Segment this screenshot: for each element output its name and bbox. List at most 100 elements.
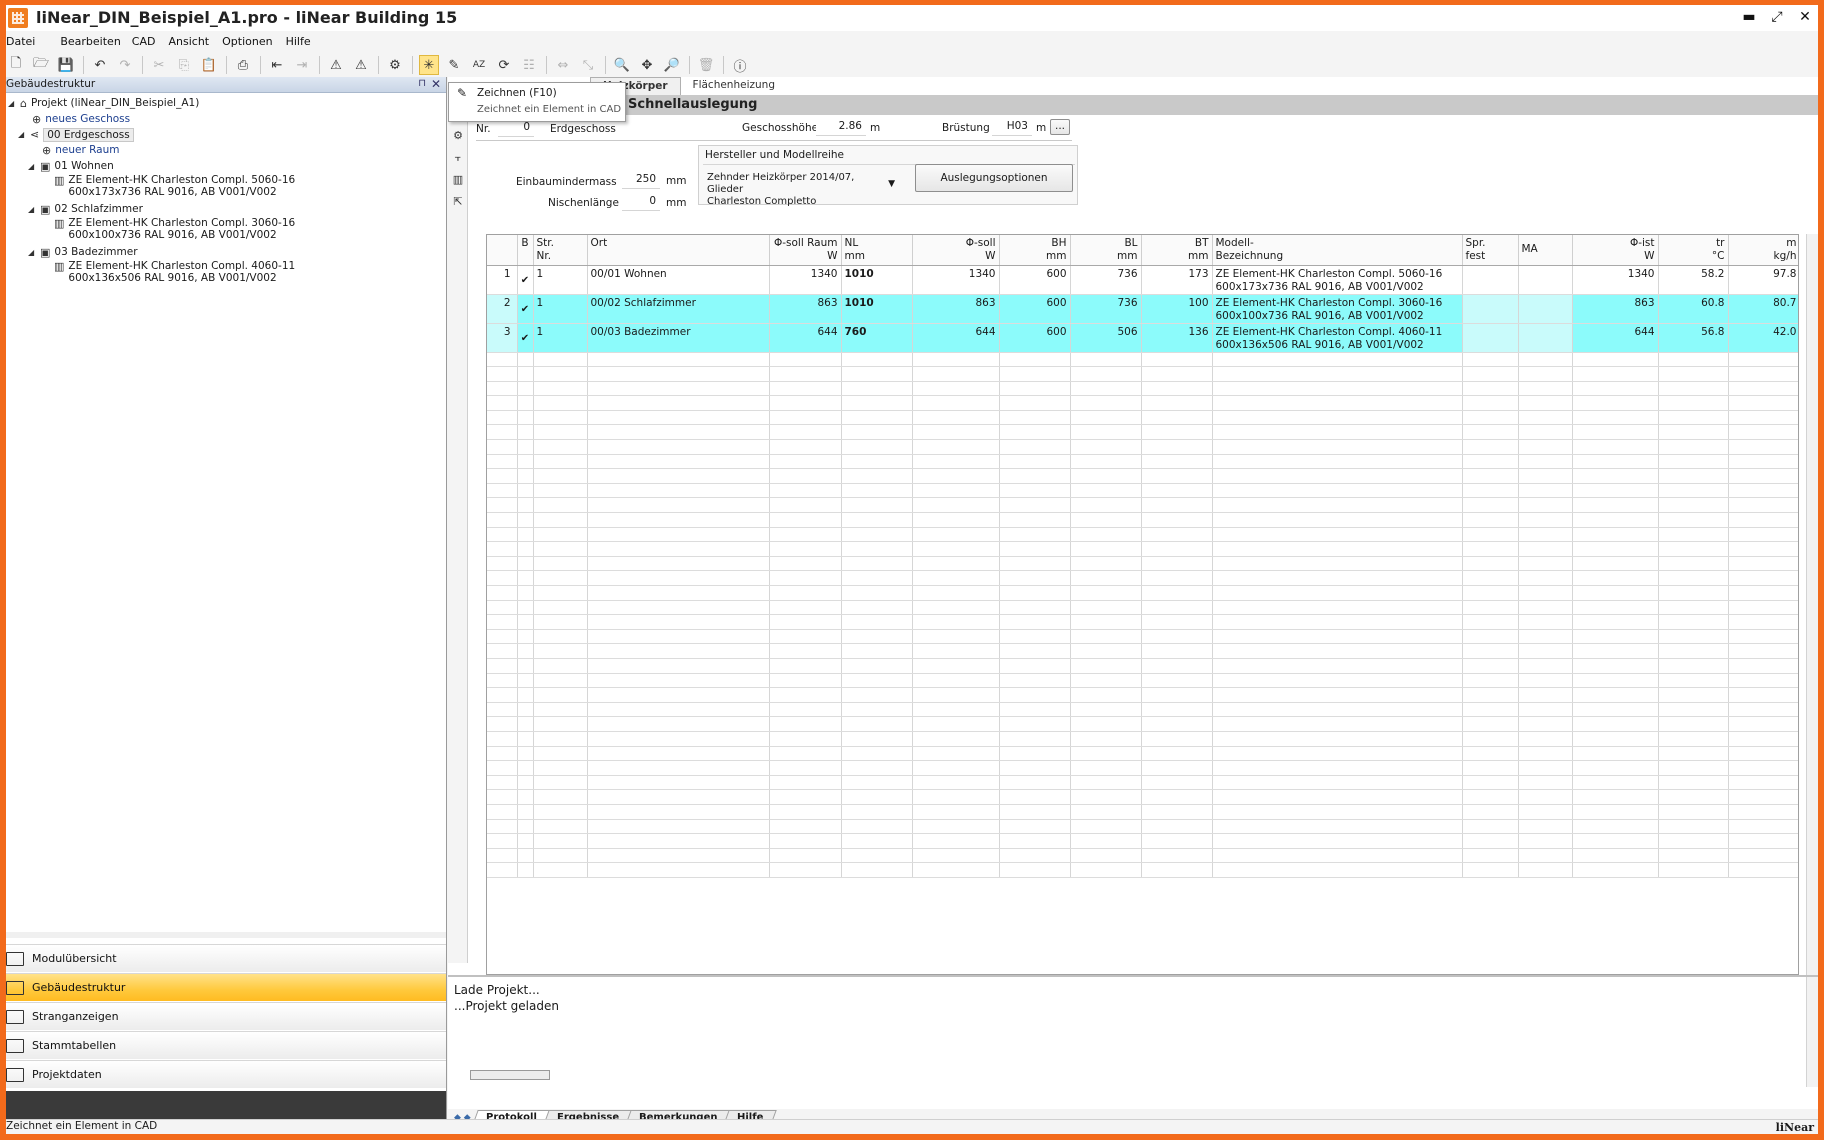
zoom-in-icon[interactable]: 🔎 — [662, 55, 682, 75]
fit-icon[interactable]: ⇔ — [553, 55, 573, 75]
empty-cell[interactable] — [587, 643, 770, 659]
close-panel-icon[interactable]: ✕ — [431, 77, 441, 91]
empty-cell[interactable] — [1658, 352, 1729, 368]
empty-cell[interactable] — [769, 731, 842, 747]
empty-cell[interactable] — [1658, 439, 1729, 455]
empty-cell[interactable] — [1462, 570, 1519, 586]
empty-cell[interactable] — [533, 819, 588, 835]
empty-cell[interactable] — [1212, 760, 1463, 776]
empty-cell[interactable] — [533, 512, 588, 528]
empty-cell[interactable] — [841, 410, 913, 426]
empty-cell[interactable] — [1572, 614, 1659, 630]
empty-cell[interactable] — [587, 819, 770, 835]
empty-cell[interactable] — [587, 527, 770, 543]
empty-cell[interactable] — [841, 673, 913, 689]
empty-cell[interactable] — [1518, 570, 1573, 586]
empty-cell[interactable] — [1462, 381, 1519, 397]
cell-ort[interactable]: 00/03 Badezimmer — [587, 323, 770, 353]
empty-cell[interactable] — [1462, 439, 1519, 455]
empty-cell[interactable] — [517, 629, 534, 645]
empty-cell[interactable] — [1658, 629, 1729, 645]
print-icon[interactable]: ⎙ — [233, 55, 253, 75]
empty-cell[interactable] — [533, 702, 588, 718]
cell-m[interactable]: 80.7 — [1728, 294, 1798, 324]
empty-cell[interactable] — [487, 629, 518, 645]
cell-nl[interactable]: 1010 — [841, 265, 913, 295]
cell-ma[interactable] — [1518, 294, 1573, 324]
empty-cell[interactable] — [1658, 381, 1729, 397]
empty-cell[interactable] — [487, 702, 518, 718]
empty-cell[interactable] — [1141, 527, 1213, 543]
empty-cell[interactable] — [1658, 512, 1729, 528]
empty-cell[interactable] — [533, 716, 588, 732]
empty-cell[interactable] — [999, 848, 1071, 864]
empty-cell[interactable] — [487, 483, 518, 499]
empty-cell[interactable] — [1212, 541, 1463, 557]
empty-cell[interactable] — [533, 643, 588, 659]
empty-cell[interactable] — [533, 439, 588, 455]
empty-cell[interactable] — [1658, 862, 1729, 878]
empty-cell[interactable] — [1518, 789, 1573, 805]
empty-cell[interactable] — [1658, 600, 1729, 616]
empty-cell[interactable] — [1518, 381, 1573, 397]
empty-cell[interactable] — [1212, 673, 1463, 689]
empty-cell[interactable] — [1572, 424, 1659, 441]
empty-cell[interactable] — [487, 614, 518, 630]
empty-cell[interactable] — [1212, 658, 1463, 674]
empty-cell[interactable] — [912, 629, 1000, 645]
cell-spr[interactable] — [1462, 323, 1519, 353]
empty-cell[interactable] — [1572, 600, 1659, 616]
empty-cell[interactable] — [1212, 833, 1463, 849]
parapet-more-button[interactable]: ... — [1050, 119, 1070, 135]
empty-cell[interactable] — [517, 454, 534, 470]
empty-cell[interactable] — [841, 527, 913, 543]
empty-cell[interactable] — [1728, 454, 1798, 470]
empty-cell[interactable] — [769, 352, 842, 368]
empty-cell[interactable] — [1518, 775, 1573, 791]
cell-m[interactable]: 97.8 — [1728, 265, 1798, 295]
empty-cell[interactable] — [587, 439, 770, 455]
empty-cell[interactable] — [769, 541, 842, 557]
empty-cell[interactable] — [1141, 410, 1213, 426]
empty-cell[interactable] — [487, 746, 518, 762]
empty-cell[interactable] — [999, 643, 1071, 659]
empty-cell[interactable] — [1728, 381, 1798, 397]
empty-cell[interactable] — [533, 614, 588, 630]
col-phi-soll[interactable]: Φ-soll W — [912, 235, 1000, 266]
empty-cell[interactable] — [533, 629, 588, 645]
manufacturer-select[interactable]: Zehnder Heizkörper 2014/07, Glieder Char… — [703, 168, 895, 207]
empty-cell[interactable] — [912, 381, 1000, 397]
empty-cell[interactable] — [769, 702, 842, 718]
empty-cell[interactable] — [1141, 570, 1213, 586]
empty-cell[interactable] — [1658, 775, 1729, 791]
empty-cell[interactable] — [769, 716, 842, 732]
empty-cell[interactable] — [1518, 395, 1573, 411]
empty-cell[interactable] — [1658, 454, 1729, 470]
cell-nl[interactable]: 1010 — [841, 294, 913, 324]
cell-bt[interactable]: 100 — [1141, 294, 1213, 324]
empty-cell[interactable] — [769, 687, 842, 703]
empty-cell[interactable] — [1518, 497, 1573, 514]
empty-cell[interactable] — [999, 512, 1071, 528]
empty-cell[interactable] — [1572, 497, 1659, 514]
empty-cell[interactable] — [533, 600, 588, 616]
empty-cell[interactable] — [1728, 600, 1798, 616]
empty-cell[interactable] — [1572, 789, 1659, 805]
empty-cell[interactable] — [999, 468, 1071, 484]
empty-cell[interactable] — [1728, 687, 1798, 703]
empty-cell[interactable] — [1141, 512, 1213, 528]
empty-cell[interactable] — [1518, 410, 1573, 426]
empty-cell[interactable] — [1728, 746, 1798, 762]
empty-cell[interactable] — [487, 658, 518, 674]
cell-bl[interactable]: 736 — [1070, 294, 1142, 324]
empty-cell[interactable] — [912, 862, 1000, 878]
empty-cell[interactable] — [1070, 643, 1142, 659]
empty-cell[interactable] — [1141, 497, 1213, 514]
cell-phi-ist[interactable]: 1340 — [1572, 265, 1659, 295]
tree-node-floor[interactable]: ◢ ⋖ 00 Erdgeschoss — [18, 128, 134, 142]
empty-cell[interactable] — [841, 556, 913, 572]
empty-cell[interactable] — [1518, 439, 1573, 455]
empty-cell[interactable] — [999, 585, 1071, 601]
empty-cell[interactable] — [1212, 381, 1463, 397]
empty-cell[interactable] — [769, 673, 842, 689]
